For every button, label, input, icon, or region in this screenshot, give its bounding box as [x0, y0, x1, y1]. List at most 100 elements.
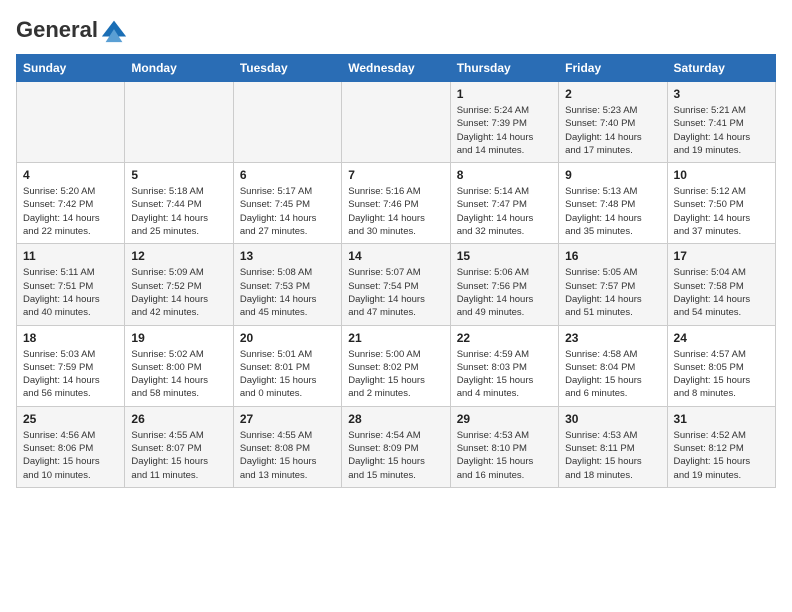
day-info: Sunrise: 5:02 AMSunset: 8:00 PMDaylight:…	[131, 348, 226, 401]
day-number: 13	[240, 249, 335, 263]
day-cell: 23 Sunrise: 4:58 AMSunset: 8:04 PMDayligh…	[559, 325, 667, 406]
week-row-4: 18 Sunrise: 5:03 AMSunset: 7:59 PMDayligh…	[17, 325, 776, 406]
day-cell: 29Sunrise: 4:53 AMSunset: 8:10 PMDayligh…	[450, 406, 558, 487]
day-number: 12	[131, 249, 226, 263]
day-cell: 21 Sunrise: 5:00 AMSunset: 8:02 PMDayligh…	[342, 325, 450, 406]
day-info: Sunrise: 4:56 AMSunset: 8:06 PMDaylight:…	[23, 429, 118, 482]
day-number: 9	[565, 168, 660, 182]
day-cell: 17 Sunrise: 5:04 AMSunset: 7:58 PMDayligh…	[667, 244, 775, 325]
day-info: Sunrise: 5:03 AMSunset: 7:59 PMDaylight:…	[23, 348, 118, 401]
day-cell: 1 Sunrise: 5:24 AMSunset: 7:39 PMDaylight…	[450, 82, 558, 163]
day-info: Sunrise: 5:11 AMSunset: 7:51 PMDaylight:…	[23, 266, 118, 319]
logo: General	[16, 16, 128, 44]
day-info: Sunrise: 5:14 AMSunset: 7:47 PMDaylight:…	[457, 185, 552, 238]
day-number: 2	[565, 87, 660, 101]
day-info: Sunrise: 5:01 AMSunset: 8:01 PMDaylight:…	[240, 348, 335, 401]
day-cell: 26 Sunrise: 4:55 AMSunset: 8:07 PMDayligh…	[125, 406, 233, 487]
day-info: Sunrise: 5:00 AMSunset: 8:02 PMDaylight:…	[348, 348, 443, 401]
day-cell: 31Sunrise: 4:52 AMSunset: 8:12 PMDayligh…	[667, 406, 775, 487]
day-number: 19	[131, 331, 226, 345]
day-info: Sunrise: 5:17 AMSunset: 7:45 PMDaylight:…	[240, 185, 335, 238]
day-info: Sunrise: 5:13 AMSunset: 7:48 PMDaylight:…	[565, 185, 660, 238]
day-cell: 28 Sunrise: 4:54 AMSunset: 8:09 PMDayligh…	[342, 406, 450, 487]
day-info: Sunrise: 4:59 AMSunset: 8:03 PMDaylight:…	[457, 348, 552, 401]
day-info: Sunrise: 4:58 AMSunset: 8:04 PMDaylight:…	[565, 348, 660, 401]
day-number: 17	[674, 249, 769, 263]
day-cell: 12Sunrise: 5:09 AMSunset: 7:52 PMDayligh…	[125, 244, 233, 325]
weekday-header-row: SundayMondayTuesdayWednesdayThursdayFrid…	[17, 55, 776, 82]
day-cell: 8 Sunrise: 5:14 AMSunset: 7:47 PMDaylight…	[450, 163, 558, 244]
day-number: 28	[348, 412, 443, 426]
day-number: 4	[23, 168, 118, 182]
day-cell: 4 Sunrise: 5:20 AMSunset: 7:42 PMDaylight…	[17, 163, 125, 244]
calendar-table: SundayMondayTuesdayWednesdayThursdayFrid…	[16, 54, 776, 488]
day-number: 27	[240, 412, 335, 426]
day-number: 21	[348, 331, 443, 345]
day-info: Sunrise: 5:07 AMSunset: 7:54 PMDaylight:…	[348, 266, 443, 319]
day-info: Sunrise: 4:53 AMSunset: 8:10 PMDaylight:…	[457, 429, 552, 482]
day-cell: 10 Sunrise: 5:12 AMSunset: 7:50 PMDayligh…	[667, 163, 775, 244]
day-number: 16	[565, 249, 660, 263]
day-number: 23	[565, 331, 660, 345]
day-number: 25	[23, 412, 118, 426]
day-number: 10	[674, 168, 769, 182]
day-info: Sunrise: 4:57 AMSunset: 8:05 PMDaylight:…	[674, 348, 769, 401]
day-number: 20	[240, 331, 335, 345]
weekday-header-thursday: Thursday	[450, 55, 558, 82]
day-cell: 20 Sunrise: 5:01 AMSunset: 8:01 PMDayligh…	[233, 325, 341, 406]
day-info: Sunrise: 5:21 AMSunset: 7:41 PMDaylight:…	[674, 104, 769, 157]
day-info: Sunrise: 4:54 AMSunset: 8:09 PMDaylight:…	[348, 429, 443, 482]
day-number: 22	[457, 331, 552, 345]
day-cell: 14 Sunrise: 5:07 AMSunset: 7:54 PMDayligh…	[342, 244, 450, 325]
day-number: 15	[457, 249, 552, 263]
day-cell: 7 Sunrise: 5:16 AMSunset: 7:46 PMDaylight…	[342, 163, 450, 244]
day-info: Sunrise: 4:55 AMSunset: 8:07 PMDaylight:…	[131, 429, 226, 482]
day-info: Sunrise: 5:16 AMSunset: 7:46 PMDaylight:…	[348, 185, 443, 238]
day-number: 26	[131, 412, 226, 426]
day-info: Sunrise: 5:23 AMSunset: 7:40 PMDaylight:…	[565, 104, 660, 157]
week-row-2: 4 Sunrise: 5:20 AMSunset: 7:42 PMDaylight…	[17, 163, 776, 244]
day-cell: 24Sunrise: 4:57 AMSunset: 8:05 PMDayligh…	[667, 325, 775, 406]
day-cell: 13 Sunrise: 5:08 AMSunset: 7:53 PMDayligh…	[233, 244, 341, 325]
weekday-header-wednesday: Wednesday	[342, 55, 450, 82]
day-number: 1	[457, 87, 552, 101]
day-cell: 25 Sunrise: 4:56 AMSunset: 8:06 PMDayligh…	[17, 406, 125, 487]
day-info: Sunrise: 5:08 AMSunset: 7:53 PMDaylight:…	[240, 266, 335, 319]
page-header: General	[16, 16, 776, 44]
day-cell: 2 Sunrise: 5:23 AMSunset: 7:40 PMDaylight…	[559, 82, 667, 163]
day-cell: 5Sunrise: 5:18 AMSunset: 7:44 PMDaylight…	[125, 163, 233, 244]
day-number: 8	[457, 168, 552, 182]
day-info: Sunrise: 5:06 AMSunset: 7:56 PMDaylight:…	[457, 266, 552, 319]
week-row-5: 25 Sunrise: 4:56 AMSunset: 8:06 PMDayligh…	[17, 406, 776, 487]
week-row-3: 11Sunrise: 5:11 AMSunset: 7:51 PMDayligh…	[17, 244, 776, 325]
day-cell	[342, 82, 450, 163]
day-cell: 6 Sunrise: 5:17 AMSunset: 7:45 PMDaylight…	[233, 163, 341, 244]
weekday-header-monday: Monday	[125, 55, 233, 82]
day-number: 6	[240, 168, 335, 182]
day-info: Sunrise: 5:24 AMSunset: 7:39 PMDaylight:…	[457, 104, 552, 157]
day-number: 18	[23, 331, 118, 345]
day-number: 14	[348, 249, 443, 263]
day-number: 30	[565, 412, 660, 426]
weekday-header-friday: Friday	[559, 55, 667, 82]
day-cell	[17, 82, 125, 163]
day-cell: 3 Sunrise: 5:21 AMSunset: 7:41 PMDaylight…	[667, 82, 775, 163]
weekday-header-saturday: Saturday	[667, 55, 775, 82]
day-cell: 18 Sunrise: 5:03 AMSunset: 7:59 PMDayligh…	[17, 325, 125, 406]
day-cell	[233, 82, 341, 163]
day-info: Sunrise: 5:20 AMSunset: 7:42 PMDaylight:…	[23, 185, 118, 238]
day-cell: 11Sunrise: 5:11 AMSunset: 7:51 PMDayligh…	[17, 244, 125, 325]
day-number: 7	[348, 168, 443, 182]
day-cell: 15 Sunrise: 5:06 AMSunset: 7:56 PMDayligh…	[450, 244, 558, 325]
logo-icon	[100, 16, 128, 44]
day-cell: 22 Sunrise: 4:59 AMSunset: 8:03 PMDayligh…	[450, 325, 558, 406]
day-info: Sunrise: 4:52 AMSunset: 8:12 PMDaylight:…	[674, 429, 769, 482]
day-info: Sunrise: 5:04 AMSunset: 7:58 PMDaylight:…	[674, 266, 769, 319]
day-info: Sunrise: 5:12 AMSunset: 7:50 PMDaylight:…	[674, 185, 769, 238]
day-cell	[125, 82, 233, 163]
weekday-header-tuesday: Tuesday	[233, 55, 341, 82]
day-cell: 30Sunrise: 4:53 AMSunset: 8:11 PMDayligh…	[559, 406, 667, 487]
day-cell: 16Sunrise: 5:05 AMSunset: 7:57 PMDayligh…	[559, 244, 667, 325]
day-info: Sunrise: 5:18 AMSunset: 7:44 PMDaylight:…	[131, 185, 226, 238]
day-number: 3	[674, 87, 769, 101]
